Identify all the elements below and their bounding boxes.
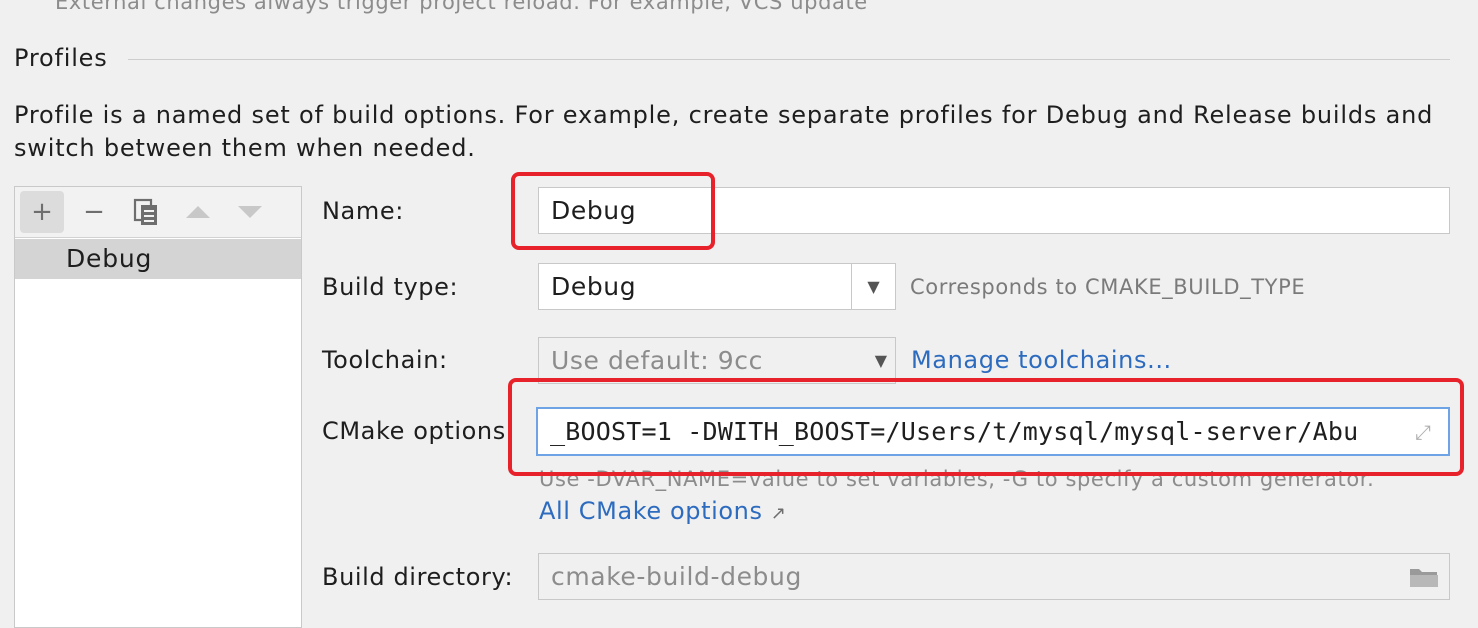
toolchain-label: Toolchain: <box>322 346 448 374</box>
section-divider <box>128 59 1450 60</box>
build-directory-label: Build directory: <box>322 563 514 591</box>
profile-item-label: Debug <box>66 244 153 273</box>
profiles-list-panel: + − Debug <box>14 186 302 628</box>
copy-icon[interactable] <box>124 191 168 233</box>
remove-icon[interactable]: − <box>72 191 116 233</box>
cmake-options-highlight-annotation <box>508 378 1464 476</box>
toolchain-value: Use default: 9cc <box>551 346 763 375</box>
build-type-label: Build type: <box>322 273 459 301</box>
build-type-value: Debug <box>551 272 637 301</box>
folder-icon[interactable] <box>1409 566 1439 588</box>
build-directory-value: cmake-build-debug <box>551 562 802 591</box>
add-icon[interactable]: + <box>20 191 64 233</box>
build-directory-input[interactable]: cmake-build-debug <box>538 553 1450 600</box>
build-type-note: Corresponds to CMAKE_BUILD_TYPE <box>910 275 1306 299</box>
move-up-icon[interactable] <box>176 191 220 233</box>
profiles-toolbar: + − <box>15 187 301 238</box>
profiles-description: Profile is a named set of build options.… <box>14 101 1434 162</box>
chevron-down-icon[interactable]: ▼ <box>851 264 895 309</box>
move-down-icon[interactable] <box>228 191 272 233</box>
chevron-down-icon[interactable]: ▼ <box>875 338 887 383</box>
reload-hint-text: External changes always trigger project … <box>55 0 868 14</box>
cmake-options-label: CMake options: <box>322 417 515 445</box>
build-type-select[interactable]: Debug ▼ <box>538 263 896 310</box>
profiles-section-title: Profiles <box>14 44 108 72</box>
all-cmake-options-label[interactable]: All CMake options <box>539 497 763 525</box>
toolchain-select[interactable]: Use default: 9cc ▼ <box>538 337 896 384</box>
manage-toolchains-link[interactable]: Manage toolchains... <box>911 346 1172 374</box>
external-link-icon: ↗ <box>770 503 787 524</box>
name-label: Name: <box>322 197 404 225</box>
name-highlight-annotation <box>511 172 715 250</box>
all-cmake-options-link[interactable]: All CMake options ↗ <box>539 497 787 525</box>
profile-list-item-debug[interactable]: Debug <box>15 239 301 279</box>
